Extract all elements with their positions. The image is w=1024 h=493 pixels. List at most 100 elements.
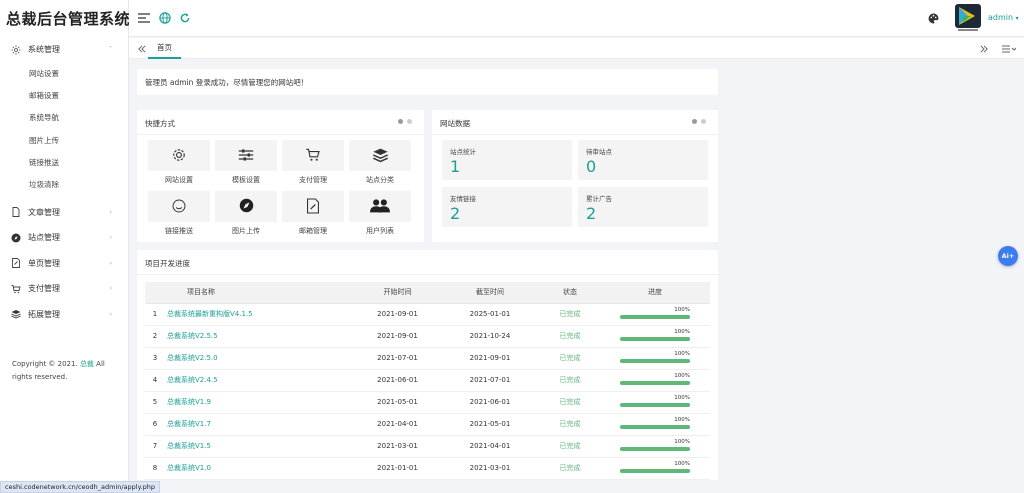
avatar[interactable] xyxy=(955,4,981,32)
shortcut-label: 模板设置 xyxy=(232,176,260,184)
project-name-link[interactable]: 总裁系统最新重构版V4.1.5 xyxy=(165,303,355,326)
start-date: 2021-06-01 xyxy=(355,369,440,392)
submenu-trash-clear[interactable]: 垃圾清除 xyxy=(0,173,128,195)
globe-icon[interactable] xyxy=(158,11,172,25)
carousel-dots[interactable] xyxy=(398,119,412,124)
stat-value: 1 xyxy=(450,157,461,176)
stat-label: 待审站点 xyxy=(586,148,612,156)
submenu-mail-settings[interactable]: 邮箱设置 xyxy=(0,85,128,107)
status-badge: 已完成 xyxy=(540,391,600,414)
project-name-link[interactable]: 总裁系统V2.4.5 xyxy=(165,369,355,392)
topbar: admin ▾ xyxy=(129,0,1024,37)
scroll-left-icon[interactable] xyxy=(135,42,149,56)
compass-icon xyxy=(11,233,21,243)
shortcut-label: 邮箱管理 xyxy=(299,227,327,235)
shortcut-user-list[interactable]: 用户列表 xyxy=(349,191,411,237)
row-index: 7 xyxy=(145,435,165,458)
sidebar-item-extensions[interactable]: 拓展管理 › xyxy=(0,302,128,328)
progress-cell: 100% xyxy=(600,413,710,436)
submenu-site-settings[interactable]: 网站设置 xyxy=(0,63,128,85)
compass-icon xyxy=(239,198,254,215)
chevron-right-icon: › xyxy=(109,285,112,293)
shortcut-template-settings[interactable]: 模板设置 xyxy=(215,140,277,186)
progress-fill xyxy=(620,380,690,385)
col-progress: 进度 xyxy=(600,282,710,304)
shortcut-mail-manage[interactable]: 邮箱管理 xyxy=(282,191,344,237)
project-name-link[interactable]: 总裁系统V1.5 xyxy=(165,435,355,458)
layers-icon xyxy=(11,309,21,319)
tab-home[interactable]: 首页 xyxy=(148,38,181,59)
row-index: 6 xyxy=(145,413,165,436)
sidebar-item-label: 站点管理 xyxy=(28,233,60,243)
sidebar-item-payment[interactable]: 支付管理 › xyxy=(0,276,128,302)
sliders-icon xyxy=(238,148,254,164)
row-index: 3 xyxy=(145,347,165,370)
carousel-dots[interactable] xyxy=(692,119,706,124)
site-data-card: 网站数据 站点统计 1 待审站点 0 友情链接 2 累计广告 2 xyxy=(432,110,718,242)
sidebar-item-label: 单页管理 xyxy=(28,258,60,268)
chevron-right-icon: › xyxy=(109,310,112,318)
ai-assistant-button[interactable]: Ai+ xyxy=(998,246,1018,266)
progress-bar: 100% xyxy=(620,351,690,363)
page-edit-icon xyxy=(11,258,21,269)
table-row: 4 总裁系统V2.4.5 2021-06-01 2021-07-01 已完成 100% xyxy=(145,369,710,392)
submenu-image-upload[interactable]: 图片上传 xyxy=(0,129,128,151)
start-date: 2021-09-01 xyxy=(355,303,440,326)
progress-fill xyxy=(620,446,690,451)
shortcut-site-settings[interactable]: 网站设置 xyxy=(148,140,210,186)
user-menu[interactable]: admin ▾ xyxy=(988,13,1019,22)
shortcut-link-push[interactable]: 链接推送 xyxy=(148,191,210,237)
progress-text: 100% xyxy=(674,438,690,445)
submenu-link-push[interactable]: 链接推送 xyxy=(0,151,128,173)
sidebar-item-label: 支付管理 xyxy=(28,284,60,294)
progress-cell: 100% xyxy=(600,391,710,414)
sidebar-item-articles[interactable]: 文章管理 › xyxy=(0,200,128,226)
shortcut-image-upload[interactable]: 图片上传 xyxy=(215,191,277,237)
palette-icon[interactable] xyxy=(926,11,940,25)
menu-toggle-icon[interactable] xyxy=(137,11,151,25)
end-date: 2021-05-01 xyxy=(440,413,540,436)
sidebar-item-label: 拓展管理 xyxy=(28,309,60,319)
tab-options-icon[interactable] xyxy=(1000,42,1018,56)
stat-label: 站点统计 xyxy=(450,148,476,156)
copyright-link[interactable]: 总裁 xyxy=(80,360,94,368)
col-index xyxy=(145,282,165,304)
stat-label: 累计广告 xyxy=(586,195,612,203)
table-row: 7 总裁系统V1.5 2021-03-01 2021-04-01 已完成 100% xyxy=(145,435,710,458)
submenu-system-nav[interactable]: 系统导航 xyxy=(0,107,128,129)
table-row: 8 总裁系统V1.0 2021-01-01 2021-03-01 已完成 100% xyxy=(145,457,710,480)
progress-fill xyxy=(620,358,690,363)
shortcut-payment[interactable]: 支付管理 xyxy=(282,140,344,186)
refresh-icon[interactable] xyxy=(178,11,192,25)
end-date: 2021-06-01 xyxy=(440,391,540,414)
sidebar-item-system[interactable]: 系统管理 ˄ xyxy=(0,37,128,63)
table-row: 3 总裁系统V2.5.0 2021-07-01 2021-09-01 已完成 100% xyxy=(145,347,710,370)
sidebar-item-pages[interactable]: 单页管理 › xyxy=(0,251,128,277)
project-name-link[interactable]: 总裁系统V1.0 xyxy=(165,457,355,480)
cart-icon xyxy=(11,284,21,294)
welcome-notice: 管理员 admin 登录成功，尽情管理您的网站吧！ xyxy=(137,69,718,95)
progress-text: 100% xyxy=(674,328,690,335)
card-title: 项目开发进度 xyxy=(145,259,190,268)
progress-text: 100% xyxy=(674,350,690,357)
project-name-link[interactable]: 总裁系统V2.5.5 xyxy=(165,325,355,348)
sidebar-item-label: 文章管理 xyxy=(28,207,60,217)
users-icon xyxy=(370,198,390,215)
progress-bar: 100% xyxy=(620,439,690,451)
project-name-link[interactable]: 总裁系统V1.9 xyxy=(165,391,355,414)
progress-bar: 100% xyxy=(620,395,690,407)
table-header-row: 项目名称 开始时间 截至时间 状态 进度 xyxy=(145,282,710,304)
scroll-right-icon[interactable] xyxy=(977,42,991,56)
project-name-link[interactable]: 总裁系统V2.5.0 xyxy=(165,347,355,370)
stat-value: 2 xyxy=(450,204,461,223)
status-badge: 已完成 xyxy=(540,347,600,370)
progress-fill xyxy=(620,402,690,407)
shortcut-site-category[interactable]: 站点分类 xyxy=(349,140,411,186)
progress-bar: 100% xyxy=(620,329,690,341)
chevron-right-icon: › xyxy=(109,208,112,216)
project-name-link[interactable]: 总裁系统V1.7 xyxy=(165,413,355,436)
table-row: 1 总裁系统最新重构版V4.1.5 2021-09-01 2025-01-01 已完成 1… xyxy=(145,303,710,326)
start-date: 2021-04-01 xyxy=(355,413,440,436)
end-date: 2021-07-01 xyxy=(440,369,540,392)
sidebar-item-sites[interactable]: 站点管理 › xyxy=(0,225,128,251)
